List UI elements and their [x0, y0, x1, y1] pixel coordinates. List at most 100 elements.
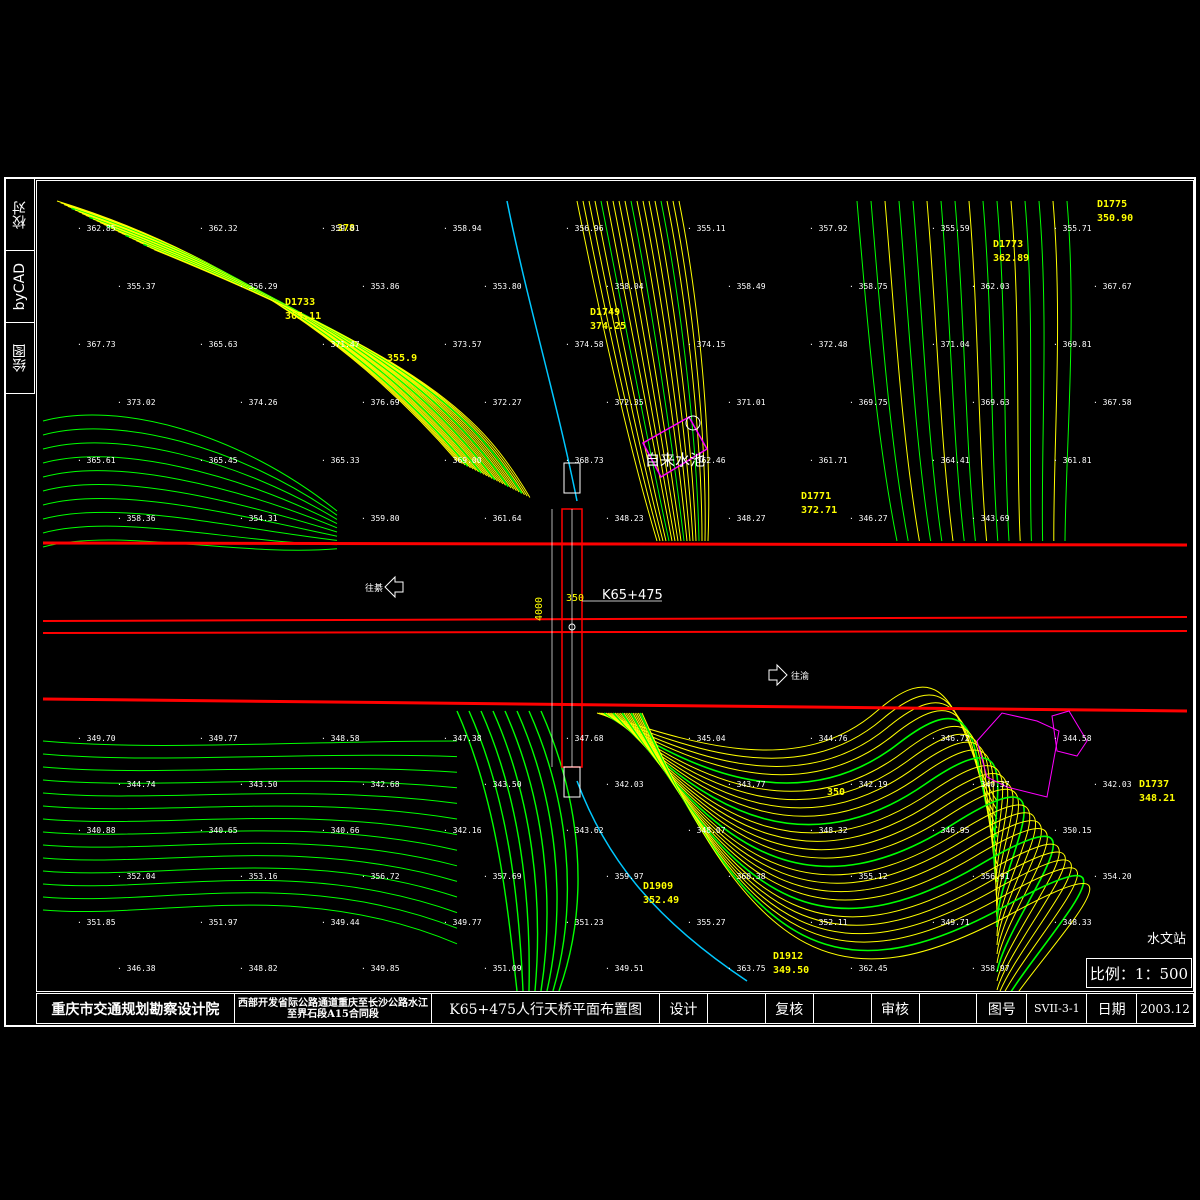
road-edge-north — [42, 541, 1188, 547]
svg-text:365.11: 365.11 — [285, 311, 321, 322]
contour-line — [100, 222, 490, 478]
arrow-left-icon — [384, 575, 404, 599]
spot-elevation: · 369.63 — [971, 398, 1010, 407]
spot-elevation: · 369.00 — [443, 456, 482, 465]
spot-elevation: · 362.46 — [687, 456, 726, 465]
contour-line — [60, 202, 461, 463]
spot-elevation: · 356.72 — [361, 872, 400, 881]
spot-elevation: · 340.88 — [77, 826, 116, 835]
contour-line — [89, 216, 482, 474]
contour-label: 350 — [827, 787, 845, 798]
dim-length-label: 4000 — [534, 597, 545, 621]
road-centerline-south — [42, 630, 1188, 634]
spot-elevation: · 342.19 — [849, 780, 888, 789]
survey-point: D1737 348.21 — [1139, 779, 1175, 804]
drawing-title: K65+475人行天桥平面布置图 — [432, 994, 660, 1023]
spot-elevation: · 360.38 — [727, 872, 766, 881]
spot-elevation: · 364.41 — [931, 456, 970, 465]
contour-line — [78, 211, 474, 470]
spot-elevation: · 357.69 — [483, 872, 522, 881]
spot-elevation: · 353.80 — [483, 282, 522, 291]
spot-elevation: · 348.27 — [727, 514, 766, 523]
spot-elevation: · 351.23 — [565, 918, 604, 927]
spot-elevation: · 358.49 — [727, 282, 766, 291]
spot-elevation: · 358.94 — [443, 224, 482, 233]
spot-elevation: · 365.33 — [321, 456, 360, 465]
spot-elevation: · 354.31 — [239, 514, 278, 523]
spot-elevation: · 358.36 — [117, 514, 156, 523]
contour-line — [56, 200, 458, 462]
contour-line — [678, 200, 710, 542]
svg-text:D1771: D1771 — [801, 491, 831, 502]
side-cell-draw: 绘图 — [6, 323, 34, 393]
spot-elevation: · 349.85 — [361, 964, 400, 973]
spot-elevation: · 349.71 — [931, 918, 970, 927]
contour-line — [456, 710, 518, 991]
spot-elevation: · 343.50 — [239, 780, 278, 789]
road-edge-south — [42, 697, 1188, 713]
institute-name: 重庆市交通规划勘察设计院 — [37, 994, 235, 1023]
survey-point: D1749 374.25 — [590, 307, 626, 332]
contour-line — [96, 220, 488, 477]
contour-line — [912, 200, 943, 542]
svg-text:D1775: D1775 — [1097, 199, 1127, 210]
svg-text:352.49: 352.49 — [643, 895, 679, 906]
contour-line — [588, 200, 664, 542]
side-bycad-label: byCAD — [12, 262, 28, 311]
site-plan-svg: K65+475 350 4000 往綦 往渝 自来水池 水文站 D1733365… — [42, 199, 1188, 991]
contour-line — [42, 497, 338, 537]
contour-line — [64, 204, 463, 465]
svg-text:348.21: 348.21 — [1139, 793, 1175, 804]
direction-left-label: 往綦 — [365, 582, 383, 594]
contour-line — [618, 200, 679, 542]
contour-line — [71, 207, 469, 467]
contour-line — [654, 200, 697, 542]
spot-elevation: · 367.58 — [1093, 398, 1132, 407]
spot-elevation: · 351.09 — [483, 964, 522, 973]
spot-elevation: · 362.45 — [849, 964, 888, 973]
side-cell-check: 校对 — [6, 179, 34, 251]
svg-text:D1912: D1912 — [773, 951, 803, 962]
contour-line — [940, 200, 965, 542]
svg-text:D1749: D1749 — [590, 307, 620, 318]
spot-elevation: · 346.38 — [117, 964, 156, 973]
spot-elevation: · 356.91 — [971, 872, 1010, 881]
spot-elevation: · 371.47 — [321, 340, 360, 349]
contour-line — [884, 200, 920, 542]
spot-elevation: · 355.59 — [931, 224, 970, 233]
contour-line — [82, 213, 477, 471]
station-label: K65+475 — [602, 588, 663, 603]
contour-line — [74, 209, 471, 469]
side-signoff-tab: 校对 byCAD 绘图 — [6, 179, 35, 394]
spot-elevation: · 376.69 — [361, 398, 400, 407]
svg-text:350.90: 350.90 — [1097, 213, 1133, 224]
spot-elevation: · 349.51 — [605, 964, 644, 973]
spot-elevation: · 342.68 — [361, 780, 400, 789]
approve-value[interactable] — [920, 994, 978, 1023]
spot-elevation: · 355.71 — [1053, 224, 1092, 233]
contour-line — [67, 205, 466, 466]
contour-line — [898, 200, 932, 542]
spot-elevation: · 348.33 — [1053, 918, 1092, 927]
dim-width-label: 350 — [566, 593, 584, 604]
spot-elevation: · 348.23 — [605, 514, 644, 523]
cad-drawing-area[interactable]: K65+475 350 4000 往綦 往渝 自来水池 水文站 D1733 365… — [36, 180, 1194, 992]
spot-elevation: · 343.77 — [727, 780, 766, 789]
approve-label: 审核 — [872, 994, 920, 1023]
contour-line — [42, 805, 458, 820]
spot-elevation: · 351.85 — [77, 918, 116, 927]
spot-elevation: · 369.81 — [1053, 340, 1092, 349]
spot-elevation: · 372.48 — [809, 340, 848, 349]
spot-elevation: · 355.27 — [687, 918, 726, 927]
spot-elevation: · 359.80 — [361, 514, 400, 523]
spot-elevation: · 342.03 — [605, 780, 644, 789]
spot-elevation: · 355.12 — [849, 872, 888, 881]
spot-elevation: · 363.75 — [727, 964, 766, 973]
design-value[interactable] — [708, 994, 766, 1023]
contour-line — [103, 223, 493, 479]
review-value[interactable] — [814, 994, 872, 1023]
spot-elevation: · 350.15 — [1053, 826, 1092, 835]
spot-elevation: · 347.38 — [443, 734, 482, 743]
svg-text:349.50: 349.50 — [773, 965, 809, 976]
contour-line — [996, 200, 1010, 542]
